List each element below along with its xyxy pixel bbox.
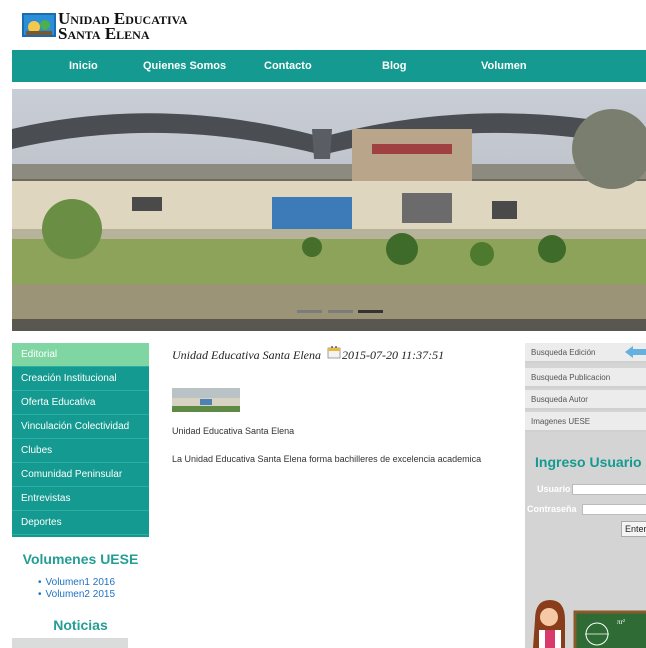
volume-link[interactable]: Volumen1 2016 <box>46 577 116 588</box>
post-date: 2015-07-20 11:37:51 <box>342 348 445 362</box>
slide-indicator-1[interactable] <box>297 310 322 313</box>
hero-banner <box>12 89 646 331</box>
slide-indicator-3[interactable] <box>358 310 383 313</box>
calendar-icon <box>327 346 341 359</box>
side-item-comunidad-peninsular[interactable]: Comunidad Peninsular <box>12 463 149 487</box>
nav-volumen[interactable]: Volumen <box>481 50 527 82</box>
side-item-creacion-institucional[interactable]: Creación Institucional <box>12 367 149 391</box>
search-by-author[interactable]: Busqueda Autor <box>525 390 646 410</box>
side-item-oferta-educativa[interactable]: Oferta Educativa <box>12 391 149 415</box>
school-logo-icon <box>22 13 56 37</box>
post-title[interactable]: Unidad Educativa Santa Elena <box>172 348 321 363</box>
news-title: Noticias <box>53 617 108 633</box>
images-uese[interactable]: Imagenes UESE <box>525 412 646 432</box>
header: Unidad Educativa Santa Elena <box>0 0 646 50</box>
username-label: Usuario <box>537 484 571 494</box>
nav-quienes-somos[interactable]: Quienes Somos <box>143 50 226 82</box>
search-by-edition[interactable]: Busqueda Edición <box>525 343 646 363</box>
news-bar <box>12 638 128 648</box>
search-by-publication[interactable]: Busqueda Publicacion <box>525 368 646 388</box>
password-input[interactable] <box>582 504 646 515</box>
logo-line-2: Santa Elena <box>58 24 150 43</box>
side-item-editorial[interactable]: Editorial <box>12 343 149 367</box>
side-item-deportes[interactable]: Deportes <box>12 511 149 535</box>
volumes-list: • Volumen1 2016 • Volumen2 2015 <box>38 577 149 601</box>
nav-inicio[interactable]: Inicio <box>69 50 98 82</box>
side-item-entrevistas[interactable]: Entrevistas <box>12 487 149 511</box>
search-by-edition-label: Busqueda Edición <box>531 348 596 357</box>
volumes-title: Volumenes UESE <box>22 551 139 567</box>
username-input[interactable] <box>572 484 646 495</box>
post-thumbnail[interactable] <box>172 388 240 412</box>
teacher-illustration: πr² <box>533 600 646 648</box>
login-title: Ingreso Usuario <box>535 454 642 470</box>
password-label: Contraseña <box>527 504 577 514</box>
left-sidebar: Editorial Creación Institucional Oferta … <box>12 343 149 633</box>
enter-button[interactable]: Enter <box>621 521 646 537</box>
volume-link[interactable]: Volumen2 2015 <box>46 589 116 600</box>
svg-text:πr²: πr² <box>617 618 625 626</box>
school-photo <box>12 89 646 331</box>
post-description: La Unidad Educativa Santa Elena forma ba… <box>172 454 482 464</box>
side-menu: Editorial Creación Institucional Oferta … <box>12 343 149 537</box>
side-item-clubes[interactable]: Clubes <box>12 439 149 463</box>
main-nav: Inicio Quienes Somos Contacto Blog Volum… <box>12 50 646 82</box>
side-item-vinculacion-colectividad[interactable]: Vinculación Colectividad <box>12 415 149 439</box>
logo-text[interactable]: Unidad Educativa Santa Elena <box>58 10 187 43</box>
right-sidebar: Busqueda Edición Busqueda Publicacion Bu… <box>525 343 646 648</box>
nav-blog[interactable]: Blog <box>382 50 406 82</box>
post-subtitle: Unidad Educativa Santa Elena <box>172 426 295 436</box>
volume-item[interactable]: • Volumen2 2015 <box>38 589 149 601</box>
volume-item[interactable]: • Volumen1 2016 <box>38 577 149 589</box>
slide-indicator-2[interactable] <box>328 310 353 313</box>
nav-contacto[interactable]: Contacto <box>264 50 312 82</box>
arrow-left-icon[interactable] <box>625 346 646 358</box>
